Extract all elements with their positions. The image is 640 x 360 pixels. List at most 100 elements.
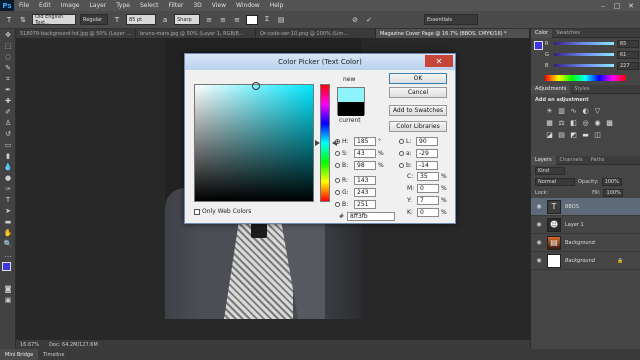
tab-styles[interactable]: Styles xyxy=(570,85,593,94)
path-select-tool-icon[interactable]: ➤ xyxy=(2,206,14,216)
more-tools-icon[interactable]: … xyxy=(2,250,14,260)
crop-tool-icon[interactable]: ⌗ xyxy=(2,74,14,84)
tab-swatches[interactable]: Swatches xyxy=(552,29,584,38)
menu-image[interactable]: Image xyxy=(56,2,85,9)
blue-radio[interactable] xyxy=(335,202,340,207)
dodge-tool-icon[interactable]: ● xyxy=(2,173,14,183)
font-family-select[interactable]: Old English Text... xyxy=(32,14,76,26)
brush-tool-icon[interactable]: ✐ xyxy=(2,107,14,117)
color-field[interactable] xyxy=(194,82,314,202)
cancel-button[interactable]: Cancel xyxy=(389,87,447,98)
menu-type[interactable]: Type xyxy=(111,2,135,9)
character-panel-icon[interactable]: ▤ xyxy=(276,15,286,25)
maximize-button[interactable]: □ xyxy=(610,0,624,11)
hue-field[interactable]: H: 185 ° xyxy=(335,137,381,146)
red-radio[interactable] xyxy=(335,178,340,183)
lab-b-radio[interactable] xyxy=(399,163,404,168)
magenta-field[interactable]: M: 0% xyxy=(407,184,447,193)
text-color-swatch[interactable] xyxy=(246,14,258,25)
saturation-field[interactable]: S: 43% xyxy=(335,149,384,158)
blue-field[interactable]: B: 251 xyxy=(335,200,376,209)
minimize-button[interactable]: – xyxy=(596,0,610,11)
color-swatches[interactable] xyxy=(2,262,15,282)
layer-name[interactable]: Background xyxy=(565,240,595,246)
channel-mixer-icon[interactable]: ◉ xyxy=(593,118,602,127)
align-center-icon[interactable]: ≡ xyxy=(218,15,228,25)
quick-select-tool-icon[interactable]: ✎ xyxy=(2,63,14,73)
green-field[interactable]: G: 243 xyxy=(335,188,376,197)
zoom-tool-icon[interactable]: 🔍 xyxy=(2,239,14,249)
pen-tool-icon[interactable]: ✑ xyxy=(2,184,14,194)
layer-row[interactable]: ◉ ☻ Layer 1 xyxy=(531,216,640,234)
menu-window[interactable]: Window xyxy=(231,2,265,9)
type-tool-icon[interactable]: T xyxy=(4,15,14,25)
black-white-icon[interactable]: ◧ xyxy=(569,118,578,127)
lab-a-radio[interactable] xyxy=(399,151,404,156)
layer-name[interactable]: Layer 1 xyxy=(565,222,584,228)
quick-mask-icon[interactable]: ◙ xyxy=(2,284,14,294)
vibrance-icon[interactable]: ▽ xyxy=(593,106,602,115)
menu-edit[interactable]: Edit xyxy=(34,2,56,9)
move-tool-icon[interactable]: ✥ xyxy=(2,30,14,40)
gradient-tool-icon[interactable]: ▮ xyxy=(2,151,14,161)
tab-timeline[interactable]: Timeline xyxy=(38,349,69,360)
color-balance-icon[interactable]: ⚖ xyxy=(557,118,566,127)
lasso-tool-icon[interactable]: ◌ xyxy=(2,52,14,62)
invert-icon[interactable]: ◪ xyxy=(545,130,554,139)
color-libraries-button[interactable]: Color Libraries xyxy=(389,121,447,132)
tab-doc-1[interactable]: 518079-background-hd.jpg @ 50% (Layer ..… xyxy=(16,29,136,38)
lab-l-radio[interactable] xyxy=(399,139,404,144)
tab-doc-2[interactable]: bruno-mars.jpg @ 50% (Layer 1, RGB/8... xyxy=(136,29,256,38)
saturation-radio[interactable] xyxy=(335,151,340,156)
blend-mode-select[interactable]: Normal xyxy=(535,177,575,186)
healing-tool-icon[interactable]: ✚ xyxy=(2,96,14,106)
workspace-select[interactable]: Essentials xyxy=(424,14,478,25)
menu-filter[interactable]: Filter xyxy=(164,2,189,9)
brightness-radio[interactable] xyxy=(335,163,340,168)
tab-doc-3[interactable]: Qr-code-ver-10.png @ 100% (Lim... xyxy=(256,29,376,38)
yellow-field[interactable]: Y: 7% xyxy=(407,196,447,205)
font-size-field[interactable]: 85 pt xyxy=(126,14,156,25)
color-ramp[interactable] xyxy=(545,75,626,81)
eyedropper-tool-icon[interactable]: ✒ xyxy=(2,85,14,95)
only-web-colors-checkbox[interactable] xyxy=(194,208,200,215)
brightness-icon[interactable]: ☀ xyxy=(545,106,554,115)
green-slider[interactable]: G 61 xyxy=(531,49,640,60)
hue-saturation-icon[interactable]: ▦ xyxy=(545,118,554,127)
levels-icon[interactable]: ▥ xyxy=(557,106,566,115)
black-field[interactable]: K: 0% xyxy=(407,208,447,217)
tab-channels[interactable]: Channels xyxy=(556,156,587,165)
menu-layer[interactable]: Layer xyxy=(84,2,111,9)
hue-radio[interactable] xyxy=(335,139,340,144)
photo-filter-icon[interactable]: ◎ xyxy=(581,118,590,127)
eye-icon[interactable]: ◉ xyxy=(535,203,543,210)
green-radio[interactable] xyxy=(335,190,340,195)
lab-l-field[interactable]: L: 90 xyxy=(399,137,438,146)
layer-row[interactable]: ◉ ▤ Background xyxy=(531,234,640,252)
brightness-field[interactable]: B: 98% xyxy=(335,161,384,170)
tab-doc-4[interactable]: Magazine Cover Page @ 16.7% (BBOS, CMYK/… xyxy=(376,29,530,38)
eraser-tool-icon[interactable]: ▭ xyxy=(2,140,14,150)
hue-arrow-left-icon[interactable] xyxy=(315,140,320,146)
layer-row[interactable]: ◉ Background 🔒 xyxy=(531,252,640,270)
tab-paths[interactable]: Paths xyxy=(587,156,609,165)
color-picker-circle[interactable] xyxy=(252,82,260,90)
hex-field[interactable]: #8ff3fb xyxy=(339,212,395,221)
blue-slider[interactable]: B 227 xyxy=(531,60,640,71)
history-brush-tool-icon[interactable]: ↺ xyxy=(2,129,14,139)
red-slider[interactable]: R 65 xyxy=(531,38,640,49)
cyan-field[interactable]: C: 35% xyxy=(407,172,447,181)
lab-a-field[interactable]: a: -29 xyxy=(399,149,438,158)
dialog-close-button[interactable]: ✕ xyxy=(425,55,453,67)
layer-row[interactable]: ◉ T BBOS xyxy=(531,198,640,216)
menu-select[interactable]: Select xyxy=(135,2,164,9)
tab-layers[interactable]: Layers xyxy=(531,155,556,165)
red-field[interactable]: R: 143 xyxy=(335,176,376,185)
align-right-icon[interactable]: ≡ xyxy=(232,15,242,25)
cancel-edit-icon[interactable]: ⊘ xyxy=(350,15,360,25)
ok-button[interactable]: OK xyxy=(389,73,447,84)
type-tool-icon[interactable]: T xyxy=(2,195,14,205)
fill-field[interactable]: 100% xyxy=(603,188,624,197)
hand-tool-icon[interactable]: ✋ xyxy=(2,228,14,238)
exposure-icon[interactable]: ◐ xyxy=(581,106,590,115)
